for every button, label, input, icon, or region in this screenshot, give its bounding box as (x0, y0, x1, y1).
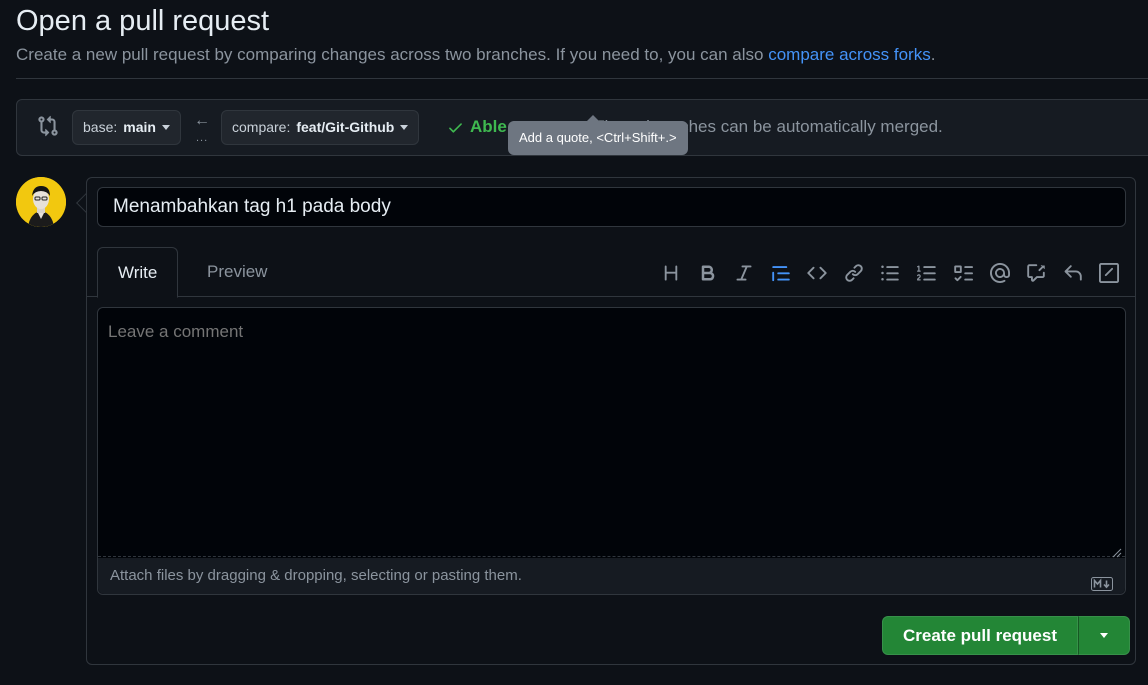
range-dots: ... (196, 132, 209, 144)
resize-grip-icon[interactable] (1112, 545, 1122, 558)
unordered-list-icon[interactable] (872, 262, 909, 284)
link-icon[interactable] (836, 262, 873, 284)
comment-textarea[interactable] (98, 308, 1125, 557)
slash-command-icon[interactable] (1091, 262, 1128, 284)
comment-editor: Attach files by dragging & dropping, sel… (97, 307, 1126, 595)
pull-request-form: Write Preview Attach files by dragging &… (86, 177, 1136, 665)
mention-icon[interactable] (982, 262, 1019, 284)
arrow-left-icon: ← ... (194, 112, 210, 144)
base-branch-name: main (123, 119, 156, 135)
cross-reference-icon[interactable] (1018, 262, 1055, 284)
chevron-down-icon (400, 125, 409, 130)
tab-preview[interactable]: Preview (187, 247, 287, 297)
header-divider (16, 78, 1148, 79)
base-label: base: (83, 119, 118, 135)
create-pull-request-button[interactable]: Create pull request (882, 616, 1078, 655)
reply-icon[interactable] (1055, 262, 1092, 284)
bold-icon[interactable] (690, 262, 727, 284)
pr-title-input[interactable] (97, 187, 1126, 227)
create-pr-button-group: Create pull request (882, 616, 1130, 655)
markdown-toolbar (653, 262, 1128, 284)
ordered-list-icon[interactable] (909, 262, 946, 284)
subtitle-end: . (930, 45, 936, 64)
attach-text: Attach files by dragging & dropping, sel… (110, 567, 522, 584)
chevron-down-icon (1100, 633, 1108, 638)
heading-icon[interactable] (653, 262, 690, 284)
git-compare-icon (37, 115, 59, 137)
quote-icon[interactable] (763, 262, 800, 284)
create-options-dropdown[interactable] (1078, 616, 1130, 655)
italic-icon[interactable] (726, 262, 763, 284)
tab-write[interactable]: Write (97, 247, 179, 298)
compare-branch-name: feat/Git-Github (296, 119, 395, 135)
avatar[interactable] (16, 177, 66, 227)
code-icon[interactable] (799, 262, 836, 284)
compare-across-forks-link[interactable]: compare across forks (768, 45, 931, 64)
page-title: Open a pull request (16, 5, 270, 37)
task-list-icon[interactable] (945, 262, 982, 284)
check-icon (449, 122, 462, 133)
quote-tooltip: Add a quote, <Ctrl+Shift+.> (508, 115, 688, 155)
page-subtitle: Create a new pull request by comparing c… (16, 44, 1148, 66)
markdown-icon[interactable] (1091, 569, 1113, 591)
base-branch-select[interactable]: base: main (72, 110, 181, 145)
subtitle-text: Create a new pull request by comparing c… (16, 45, 769, 64)
compare-label: compare: (232, 119, 291, 135)
avatar-portrait-icon (16, 177, 66, 227)
file-attachment-bar[interactable]: Attach files by dragging & dropping, sel… (98, 558, 1125, 594)
compare-branch-select[interactable]: compare: feat/Git-Github (221, 110, 420, 145)
page-header: Open a pull request Create a new pull re… (16, 4, 1148, 66)
chevron-down-icon (161, 125, 170, 130)
